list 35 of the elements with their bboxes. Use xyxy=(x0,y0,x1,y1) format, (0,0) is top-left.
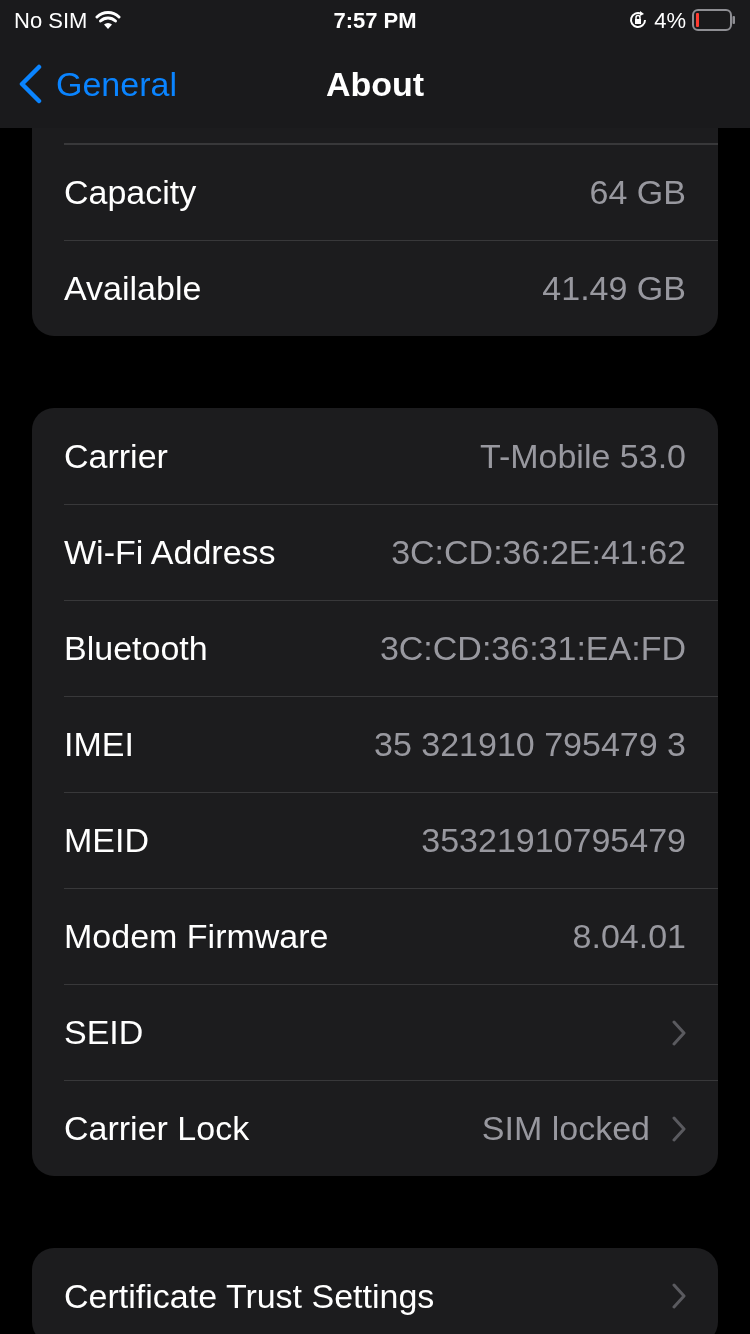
settings-row[interactable]: SEID xyxy=(32,984,718,1080)
rotation-lock-icon xyxy=(628,10,649,30)
row-label: SEID xyxy=(64,1012,144,1053)
row-label: Capacity xyxy=(64,172,197,213)
row-value: 35321910795479 xyxy=(421,820,686,861)
chevron-icon xyxy=(672,1115,686,1142)
row-value: SIM locked xyxy=(481,1108,650,1149)
row-label: Wi-Fi Address xyxy=(64,532,276,573)
row-value: 8.04.01 xyxy=(572,916,686,957)
row-label: Certificate Trust Settings xyxy=(64,1275,435,1317)
row-value: 3C:CD:36:31:EA:FD xyxy=(379,628,686,669)
battery-icon xyxy=(692,9,736,31)
chevron-icon xyxy=(672,1283,686,1309)
row-label: Carrier Lock xyxy=(64,1108,250,1149)
row-value: 41.49 GB xyxy=(542,268,686,309)
clock-time: 7:57 PM xyxy=(333,6,417,35)
row-label: MEID xyxy=(64,820,149,861)
chevron-icon xyxy=(672,1019,686,1046)
row-label: Carrier xyxy=(64,435,168,477)
row-value: 3C:CD:36:2E:41:62 xyxy=(391,532,686,573)
row-label: Bluetooth xyxy=(64,628,208,669)
back-button[interactable]: General xyxy=(0,58,177,110)
battery-percent: 4% xyxy=(654,6,686,35)
row-label: Modem Firmware xyxy=(64,916,329,957)
row-value: 64 GB xyxy=(589,172,686,213)
row-value: T-Mobile 53.0 xyxy=(480,435,686,477)
settings-row[interactable]: Certificate Trust Settings xyxy=(32,1248,718,1334)
row-label: Available xyxy=(64,268,202,309)
row-value: 35 321910 795479 3 xyxy=(374,724,686,765)
carrier-label: No SIM xyxy=(14,6,88,35)
back-chevron-icon xyxy=(18,64,42,104)
settings-row[interactable]: Carrier Lock SIM locked xyxy=(32,1080,718,1176)
page-title: About xyxy=(325,63,425,105)
wifi-icon xyxy=(95,10,122,30)
row-label: IMEI xyxy=(64,724,134,765)
